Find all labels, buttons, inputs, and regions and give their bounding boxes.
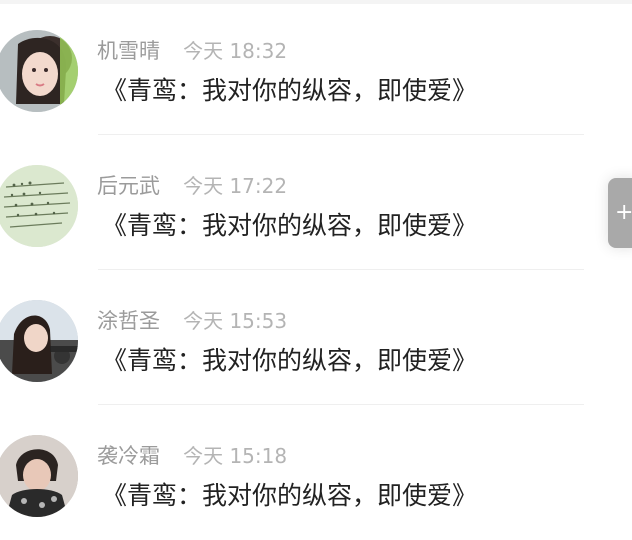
timestamp: 今天 15:53 [183, 309, 288, 333]
comment-item[interactable]: 涂哲圣 今天 15:53 《青鸾：我对你的纵容，即使爱》 [0, 270, 600, 405]
floating-add-button[interactable]: + [608, 178, 632, 248]
timestamp: 今天 18:32 [183, 39, 288, 63]
author-name[interactable]: 后元武 [97, 174, 160, 198]
car-photo-icon [0, 300, 78, 382]
user-avatar[interactable] [0, 30, 78, 112]
comment-title[interactable]: 《青鸾：我对你的纵容，即使爱》 [102, 479, 477, 513]
user-avatar[interactable] [0, 300, 78, 382]
portrait-photo-icon [0, 435, 78, 517]
comment-list: 机雪晴 今天 18:32 《青鸾：我对你的纵容，即使爱》 后元武 今天 17:2… [0, 0, 632, 538]
comment-meta: 机雪晴 今天 18:32 [97, 38, 287, 64]
comment-meta: 涂哲圣 今天 15:53 [97, 308, 287, 334]
add-icon: + [615, 200, 632, 225]
handwriting-photo-icon [0, 165, 78, 247]
comment-title[interactable]: 《青鸾：我对你的纵容，即使爱》 [102, 209, 477, 243]
author-name[interactable]: 机雪晴 [97, 39, 160, 63]
comment-meta: 袭冷霜 今天 15:18 [97, 443, 287, 469]
comment-meta: 后元武 今天 17:22 [97, 173, 287, 199]
timestamp: 今天 15:18 [183, 444, 288, 468]
author-name[interactable]: 袭冷霜 [97, 444, 160, 468]
timestamp: 今天 17:22 [183, 174, 288, 198]
comment-item[interactable]: 机雪晴 今天 18:32 《青鸾：我对你的纵容，即使爱》 [0, 0, 600, 135]
comment-title[interactable]: 《青鸾：我对你的纵容，即使爱》 [102, 344, 477, 378]
user-avatar[interactable] [0, 435, 78, 517]
user-avatar[interactable] [0, 165, 78, 247]
comment-item[interactable]: 后元武 今天 17:22 《青鸾：我对你的纵容，即使爱》 [0, 135, 600, 270]
author-name[interactable]: 涂哲圣 [97, 309, 160, 333]
user-photo-icon [0, 30, 78, 112]
comment-title[interactable]: 《青鸾：我对你的纵容，即使爱》 [102, 74, 477, 108]
comment-item[interactable]: 袭冷霜 今天 15:18 《青鸾：我对你的纵容，即使爱》 [0, 405, 600, 540]
